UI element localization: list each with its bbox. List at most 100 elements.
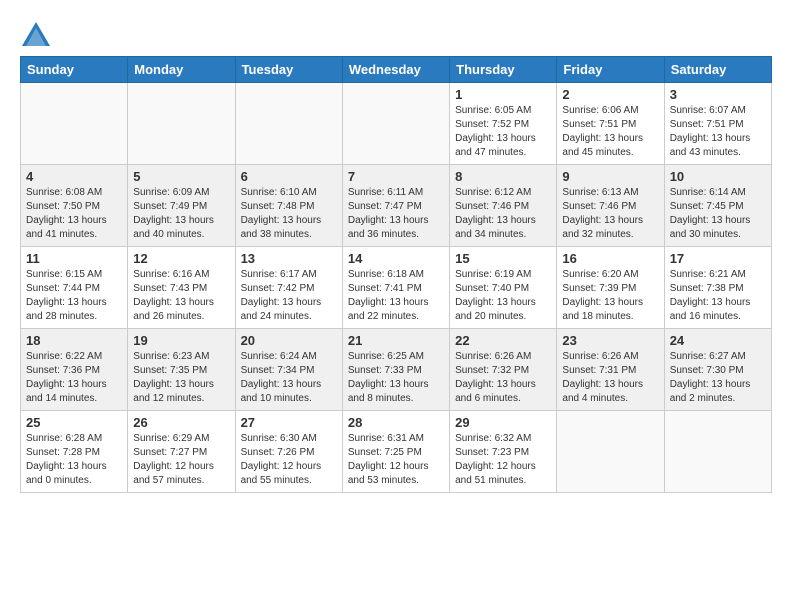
calendar-cell: 4Sunrise: 6:08 AM Sunset: 7:50 PM Daylig… — [21, 165, 128, 247]
day-info: Sunrise: 6:26 AM Sunset: 7:32 PM Dayligh… — [455, 350, 551, 406]
day-info: Sunrise: 6:05 AM Sunset: 7:52 PM Dayligh… — [455, 104, 551, 160]
day-info: Sunrise: 6:08 AM Sunset: 7:50 PM Dayligh… — [26, 186, 122, 242]
day-number: 10 — [670, 169, 766, 184]
calendar-week-1: 1 Sunrise: 6:05 AM Sunset: 7:52 PM Daylig… — [21, 83, 772, 165]
day-info: Sunrise: 6:11 AM Sunset: 7:47 PM Dayligh… — [348, 186, 444, 242]
logo-icon — [20, 18, 52, 50]
calendar-cell: 2 Sunrise: 6:06 AM Sunset: 7:51 PM Daylig… — [557, 83, 664, 165]
calendar-cell: 14 Sunrise: 6:18 AM Sunset: 7:41 PM Dayli… — [342, 247, 449, 329]
day-number: 19 — [133, 333, 229, 348]
day-number: 24 — [670, 333, 766, 348]
day-info: Sunrise: 6:26 AM Sunset: 7:31 PM Dayligh… — [562, 350, 658, 406]
calendar-week-3: 11 Sunrise: 6:15 AM Sunset: 7:44 PM Dayli… — [21, 247, 772, 329]
day-info: Sunrise: 6:22 AM Sunset: 7:36 PM Dayligh… — [26, 350, 122, 406]
calendar-cell — [235, 83, 342, 165]
day-number: 26 — [133, 415, 229, 430]
day-number: 25 — [26, 415, 122, 430]
day-info: Sunrise: 6:30 AM Sunset: 7:26 PM Dayligh… — [241, 432, 337, 488]
day-number: 1 — [455, 87, 551, 102]
calendar-cell: 25 Sunrise: 6:28 AM Sunset: 7:28 PM Dayli… — [21, 411, 128, 493]
calendar-cell: 28 Sunrise: 6:31 AM Sunset: 7:25 PM Dayli… — [342, 411, 449, 493]
day-info: Sunrise: 6:28 AM Sunset: 7:28 PM Dayligh… — [26, 432, 122, 488]
calendar-cell: 23 Sunrise: 6:26 AM Sunset: 7:31 PM Dayli… — [557, 329, 664, 411]
day-info: Sunrise: 6:07 AM Sunset: 7:51 PM Dayligh… — [670, 104, 766, 160]
calendar-cell: 20 Sunrise: 6:24 AM Sunset: 7:34 PM Dayli… — [235, 329, 342, 411]
calendar-cell: 11 Sunrise: 6:15 AM Sunset: 7:44 PM Dayli… — [21, 247, 128, 329]
day-number: 18 — [26, 333, 122, 348]
day-info: Sunrise: 6:32 AM Sunset: 7:23 PM Dayligh… — [455, 432, 551, 488]
day-info: Sunrise: 6:18 AM Sunset: 7:41 PM Dayligh… — [348, 268, 444, 324]
day-info: Sunrise: 6:31 AM Sunset: 7:25 PM Dayligh… — [348, 432, 444, 488]
day-info: Sunrise: 6:24 AM Sunset: 7:34 PM Dayligh… — [241, 350, 337, 406]
day-number: 14 — [348, 251, 444, 266]
day-number: 8 — [455, 169, 551, 184]
day-info: Sunrise: 6:06 AM Sunset: 7:51 PM Dayligh… — [562, 104, 658, 160]
day-info: Sunrise: 6:19 AM Sunset: 7:40 PM Dayligh… — [455, 268, 551, 324]
calendar-cell: 8 Sunrise: 6:12 AM Sunset: 7:46 PM Daylig… — [450, 165, 557, 247]
day-info: Sunrise: 6:21 AM Sunset: 7:38 PM Dayligh… — [670, 268, 766, 324]
day-info: Sunrise: 6:15 AM Sunset: 7:44 PM Dayligh… — [26, 268, 122, 324]
calendar-cell — [664, 411, 771, 493]
calendar-cell — [128, 83, 235, 165]
day-info: Sunrise: 6:27 AM Sunset: 7:30 PM Dayligh… — [670, 350, 766, 406]
day-number: 5 — [133, 169, 229, 184]
day-number: 9 — [562, 169, 658, 184]
calendar-week-4: 18 Sunrise: 6:22 AM Sunset: 7:36 PM Dayli… — [21, 329, 772, 411]
day-number: 22 — [455, 333, 551, 348]
calendar-header-thursday: Thursday — [450, 57, 557, 83]
calendar-cell: 10 Sunrise: 6:14 AM Sunset: 7:45 PM Dayli… — [664, 165, 771, 247]
day-number: 3 — [670, 87, 766, 102]
calendar-cell: 22 Sunrise: 6:26 AM Sunset: 7:32 PM Dayli… — [450, 329, 557, 411]
day-info: Sunrise: 6:13 AM Sunset: 7:46 PM Dayligh… — [562, 186, 658, 242]
calendar-cell: 21 Sunrise: 6:25 AM Sunset: 7:33 PM Dayli… — [342, 329, 449, 411]
calendar-cell: 18 Sunrise: 6:22 AM Sunset: 7:36 PM Dayli… — [21, 329, 128, 411]
day-number: 13 — [241, 251, 337, 266]
day-number: 27 — [241, 415, 337, 430]
day-number: 6 — [241, 169, 337, 184]
calendar-header-friday: Friday — [557, 57, 664, 83]
day-number: 7 — [348, 169, 444, 184]
day-info: Sunrise: 6:29 AM Sunset: 7:27 PM Dayligh… — [133, 432, 229, 488]
calendar-cell: 29 Sunrise: 6:32 AM Sunset: 7:23 PM Dayli… — [450, 411, 557, 493]
day-info: Sunrise: 6:09 AM Sunset: 7:49 PM Dayligh… — [133, 186, 229, 242]
day-info: Sunrise: 6:20 AM Sunset: 7:39 PM Dayligh… — [562, 268, 658, 324]
calendar-header-monday: Monday — [128, 57, 235, 83]
calendar: SundayMondayTuesdayWednesdayThursdayFrid… — [20, 56, 772, 493]
day-info: Sunrise: 6:16 AM Sunset: 7:43 PM Dayligh… — [133, 268, 229, 324]
calendar-cell: 7 Sunrise: 6:11 AM Sunset: 7:47 PM Daylig… — [342, 165, 449, 247]
day-number: 16 — [562, 251, 658, 266]
day-info: Sunrise: 6:17 AM Sunset: 7:42 PM Dayligh… — [241, 268, 337, 324]
calendar-cell: 15 Sunrise: 6:19 AM Sunset: 7:40 PM Dayli… — [450, 247, 557, 329]
calendar-cell: 13 Sunrise: 6:17 AM Sunset: 7:42 PM Dayli… — [235, 247, 342, 329]
day-info: Sunrise: 6:23 AM Sunset: 7:35 PM Dayligh… — [133, 350, 229, 406]
day-number: 21 — [348, 333, 444, 348]
calendar-header-wednesday: Wednesday — [342, 57, 449, 83]
header — [20, 10, 772, 50]
calendar-cell: 5 Sunrise: 6:09 AM Sunset: 7:49 PM Daylig… — [128, 165, 235, 247]
calendar-cell — [342, 83, 449, 165]
calendar-cell: 16 Sunrise: 6:20 AM Sunset: 7:39 PM Dayli… — [557, 247, 664, 329]
day-number: 23 — [562, 333, 658, 348]
calendar-cell: 1 Sunrise: 6:05 AM Sunset: 7:52 PM Daylig… — [450, 83, 557, 165]
calendar-header-row: SundayMondayTuesdayWednesdayThursdayFrid… — [21, 57, 772, 83]
calendar-cell: 17 Sunrise: 6:21 AM Sunset: 7:38 PM Dayli… — [664, 247, 771, 329]
day-number: 2 — [562, 87, 658, 102]
day-number: 28 — [348, 415, 444, 430]
calendar-week-5: 25 Sunrise: 6:28 AM Sunset: 7:28 PM Dayli… — [21, 411, 772, 493]
day-number: 11 — [26, 251, 122, 266]
day-info: Sunrise: 6:10 AM Sunset: 7:48 PM Dayligh… — [241, 186, 337, 242]
calendar-cell: 12 Sunrise: 6:16 AM Sunset: 7:43 PM Dayli… — [128, 247, 235, 329]
day-info: Sunrise: 6:12 AM Sunset: 7:46 PM Dayligh… — [455, 186, 551, 242]
calendar-cell: 26 Sunrise: 6:29 AM Sunset: 7:27 PM Dayli… — [128, 411, 235, 493]
day-info: Sunrise: 6:25 AM Sunset: 7:33 PM Dayligh… — [348, 350, 444, 406]
logo — [20, 18, 54, 50]
calendar-cell: 19 Sunrise: 6:23 AM Sunset: 7:35 PM Dayli… — [128, 329, 235, 411]
day-info: Sunrise: 6:14 AM Sunset: 7:45 PM Dayligh… — [670, 186, 766, 242]
day-number: 12 — [133, 251, 229, 266]
day-number: 15 — [455, 251, 551, 266]
calendar-cell: 24 Sunrise: 6:27 AM Sunset: 7:30 PM Dayli… — [664, 329, 771, 411]
day-number: 20 — [241, 333, 337, 348]
calendar-cell: 27 Sunrise: 6:30 AM Sunset: 7:26 PM Dayli… — [235, 411, 342, 493]
day-number: 29 — [455, 415, 551, 430]
day-number: 17 — [670, 251, 766, 266]
